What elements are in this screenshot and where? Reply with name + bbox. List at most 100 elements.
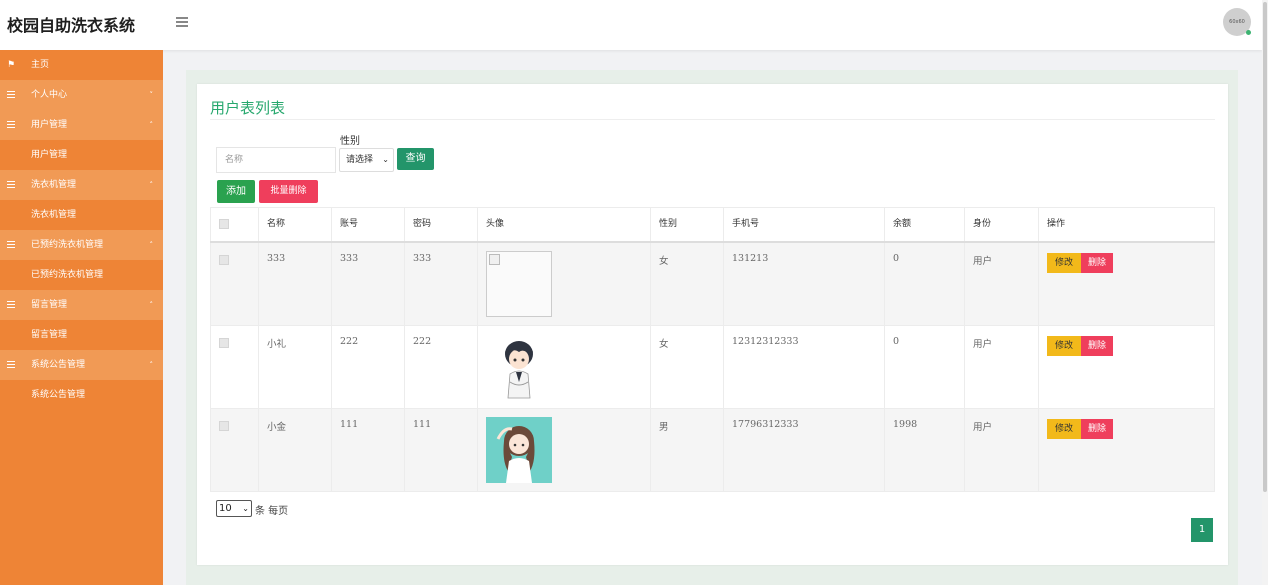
cell-avatar — [477, 324, 651, 409]
cell-avatar — [477, 407, 651, 492]
sidebar-item-label: 主页 — [31, 60, 50, 70]
column-header: 身份 — [964, 207, 1039, 243]
grid-icon — [7, 361, 15, 368]
sidebar-item-label: 用户管理 — [31, 120, 68, 130]
cell-password: 333 — [404, 241, 478, 326]
sidebar-subitem-message-management[interactable]: 留言管理 — [0, 320, 163, 350]
sex-filter-value: 请选择 — [346, 155, 374, 165]
column-header: 名称 — [258, 207, 332, 243]
cell-sex: 女 — [650, 241, 724, 326]
boy-avatar-image — [486, 333, 552, 400]
column-header: 性别 — [650, 207, 724, 243]
chevron-down-icon: ⌄ — [382, 155, 389, 164]
chevron-up-icon: ˄ — [149, 121, 154, 129]
delete-button[interactable]: 删除 — [1081, 253, 1114, 273]
app-title: 校园自助洗衣系统 — [7, 16, 136, 35]
cell-phone: 12312312333 — [723, 324, 885, 409]
sidebar-item-washer-management[interactable]: 洗衣机管理 ˄ — [0, 170, 163, 200]
select-all-cell — [210, 207, 259, 243]
column-header: 手机号 — [723, 207, 885, 243]
chevron-up-icon: ˄ — [149, 301, 154, 309]
sidebar-item-label: 系统公告管理 — [31, 360, 86, 370]
user-table: 名称 账号 密码 头像 性别 手机号 余额 身份 操作 333 333 333 … — [210, 207, 1215, 492]
cell-actions: 修改 删除 — [1038, 407, 1215, 492]
table-row: 333 333 333 女 131213 0 用户 修改 删除 — [210, 241, 1215, 326]
row-checkbox[interactable] — [219, 337, 229, 348]
cell-role: 用户 — [964, 407, 1039, 492]
add-button[interactable]: 添加 — [217, 180, 255, 203]
cell-name: 333 — [258, 241, 332, 326]
cell-balance: 0 — [884, 324, 965, 409]
table-row: 小礼 222 222 女 12312312333 0 用户 修改 删除 — [210, 324, 1215, 409]
chevron-up-icon: ˄ — [149, 181, 154, 189]
column-header: 头像 — [477, 207, 651, 243]
menu-toggle-icon[interactable] — [176, 17, 188, 27]
page-size-value: 10 — [219, 503, 232, 514]
page-number-button[interactable]: 1 — [1191, 518, 1213, 542]
delete-button[interactable]: 删除 — [1081, 335, 1114, 356]
per-page-label: 条 每页 — [255, 506, 289, 517]
sidebar-item-label: 个人中心 — [31, 90, 68, 100]
query-button[interactable]: 查询 — [397, 148, 434, 170]
cell-password: 222 — [404, 324, 478, 409]
sidebar-item-home[interactable]: ⚑ 主页 — [0, 50, 163, 80]
column-header: 操作 — [1038, 207, 1215, 243]
page-title: 用户表列表 — [210, 99, 286, 117]
scrollbar-thumb[interactable] — [1263, 2, 1267, 492]
sex-filter-label: 性别 — [340, 136, 360, 147]
sidebar-subitem-user-management[interactable]: 用户管理 — [0, 140, 163, 170]
top-bar: 校园自助洗衣系统 60x60 — [0, 0, 1262, 50]
table-row: 小金 111 111 男 17796312333 1998 用户 修改 删除 — [210, 407, 1215, 492]
table-header-row: 名称 账号 密码 头像 性别 手机号 余额 身份 操作 — [210, 207, 1215, 243]
grid-icon — [7, 91, 15, 98]
cell-phone: 131213 — [723, 241, 885, 326]
chevron-up-icon: ˄ — [149, 241, 154, 249]
select-all-checkbox[interactable] — [219, 218, 229, 229]
edit-button[interactable]: 修改 — [1047, 418, 1081, 439]
page-size-select[interactable]: 10 ⌄ — [216, 500, 252, 517]
cell-account: 333 — [331, 241, 405, 326]
sidebar-item-user-management[interactable]: 用户管理 ˄ — [0, 110, 163, 140]
sidebar-item-notice-management[interactable]: 系统公告管理 ˄ — [0, 350, 163, 380]
broken-image-icon — [486, 251, 552, 317]
title-divider — [210, 119, 1215, 120]
column-header: 密码 — [404, 207, 478, 243]
grid-icon — [7, 181, 15, 188]
row-checkbox[interactable] — [219, 255, 229, 265]
cell-role: 用户 — [964, 324, 1039, 409]
chevron-down-icon: ⌄ — [242, 504, 249, 513]
sidebar-item-label: 留言管理 — [31, 300, 68, 310]
sidebar-subitem-notice-management[interactable]: 系统公告管理 — [0, 380, 163, 410]
cell-actions: 修改 删除 — [1038, 324, 1215, 409]
name-search-input[interactable] — [216, 147, 336, 173]
cell-balance: 1998 — [884, 407, 965, 492]
sidebar-item-booked-washer-management[interactable]: 已预约洗衣机管理 ˄ — [0, 230, 163, 260]
cell-avatar — [477, 241, 651, 326]
cell-sex: 女 — [650, 324, 724, 409]
delete-button[interactable]: 删除 — [1081, 418, 1114, 439]
sidebar-item-label: 洗衣机管理 — [31, 180, 77, 190]
grid-icon — [7, 301, 15, 308]
sex-filter-select[interactable]: 请选择 ⌄ — [339, 148, 394, 172]
girl-avatar-image — [486, 416, 552, 483]
cell-sex: 男 — [650, 407, 724, 492]
cell-actions: 修改 删除 — [1038, 241, 1215, 326]
edit-button[interactable]: 修改 — [1047, 253, 1081, 273]
cell-account: 222 — [331, 324, 405, 409]
column-header: 余额 — [884, 207, 965, 243]
cell-password: 111 — [404, 407, 478, 492]
sidebar-item-message-management[interactable]: 留言管理 ˄ — [0, 290, 163, 320]
cell-balance: 0 — [884, 241, 965, 326]
cell-account: 111 — [331, 407, 405, 492]
sidebar-subitem-booked-washer-management[interactable]: 已预约洗衣机管理 — [0, 260, 163, 290]
cell-name: 小金 — [258, 407, 332, 492]
sidebar: ⚑ 主页 个人中心 ˅ 用户管理 ˄ 用户管理 洗衣机管理 ˄ 洗衣机管理 已预… — [0, 50, 163, 585]
cell-role: 用户 — [964, 241, 1039, 326]
sidebar-item-personal-center[interactable]: 个人中心 ˅ — [0, 80, 163, 110]
batch-delete-button[interactable]: 批量删除 — [259, 180, 318, 203]
cell-phone: 17796312333 — [723, 407, 885, 492]
edit-button[interactable]: 修改 — [1047, 335, 1081, 356]
row-checkbox[interactable] — [219, 420, 229, 431]
cell-name: 小礼 — [258, 324, 332, 409]
sidebar-subitem-washer-management[interactable]: 洗衣机管理 — [0, 200, 163, 230]
